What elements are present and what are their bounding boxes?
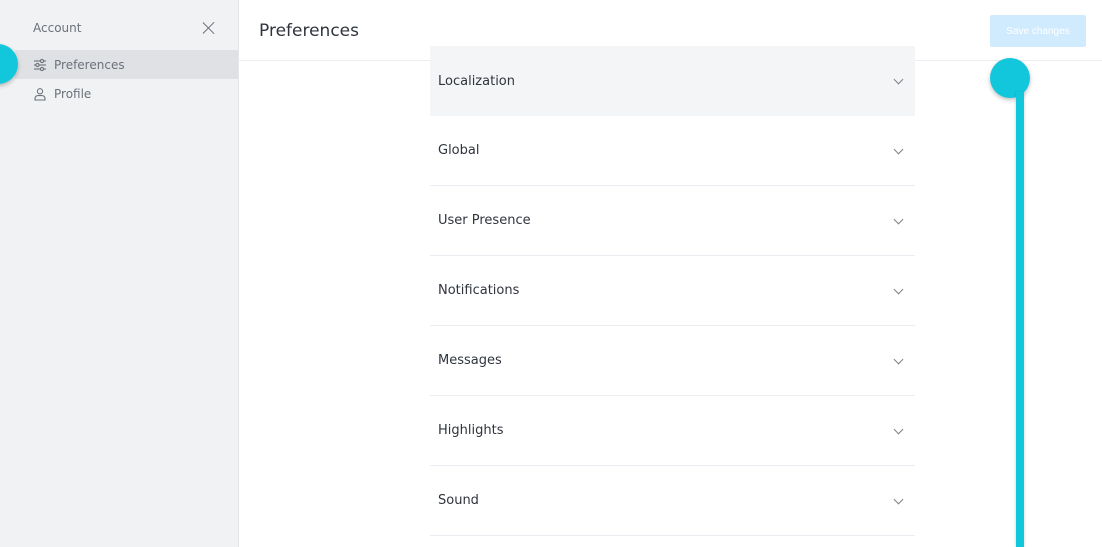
sidebar-item-preferences[interactable]: Preferences: [15, 50, 238, 79]
chevron-down-icon: [893, 144, 904, 154]
section-label: Notifications: [438, 283, 520, 298]
tour-pointer-line: [1016, 92, 1024, 547]
chevron-down-icon: [893, 354, 904, 364]
chevron-down-icon: [893, 424, 904, 434]
section-label: Sound: [438, 493, 479, 508]
sidebar-item-profile[interactable]: Profile: [15, 79, 238, 108]
save-changes-button[interactable]: Save changes: [990, 15, 1086, 47]
section-label: Global: [438, 143, 480, 158]
section-notifications[interactable]: Notifications: [430, 256, 915, 326]
section-user-presence[interactable]: User Presence: [430, 186, 915, 256]
section-label: Highlights: [438, 423, 504, 438]
chevron-down-icon: [893, 214, 904, 224]
section-global[interactable]: Global: [430, 116, 915, 186]
sidebar-item-label: Preferences: [54, 57, 125, 72]
account-sidebar: Account Preferences Profile: [0, 0, 239, 547]
user-icon: [33, 87, 47, 101]
chevron-down-icon: [893, 494, 904, 504]
sliders-icon: [33, 58, 47, 72]
sidebar-nav: Preferences Profile: [15, 50, 238, 108]
section-label: Messages: [438, 353, 502, 368]
sidebar-title: Account: [33, 21, 82, 35]
chevron-down-icon: [893, 74, 904, 85]
section-label: Localization: [438, 73, 515, 89]
chevron-down-icon: [893, 284, 904, 294]
sidebar-item-label: Profile: [54, 86, 92, 101]
section-localization[interactable]: Localization: [430, 46, 915, 116]
section-sound[interactable]: Sound: [430, 466, 915, 536]
page-title: Preferences: [259, 21, 359, 41]
section-messages[interactable]: Messages: [430, 326, 915, 396]
close-icon[interactable]: [202, 21, 216, 35]
tour-marker: [990, 58, 1030, 98]
section-label: User Presence: [438, 213, 531, 228]
section-highlights[interactable]: Highlights: [430, 396, 915, 466]
sidebar-header: Account: [33, 18, 216, 38]
preferences-accordion: Localization Global User Presence Notifi…: [430, 46, 915, 536]
